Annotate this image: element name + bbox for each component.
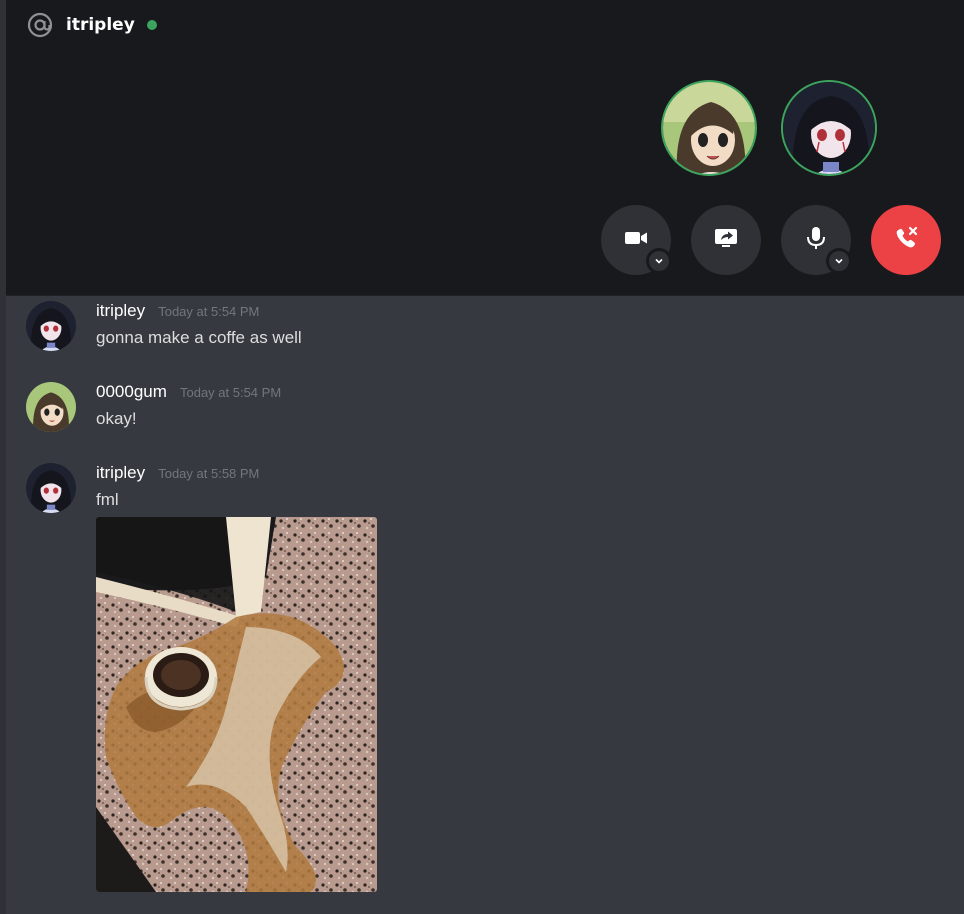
microphone-options-button[interactable] bbox=[826, 248, 852, 274]
avatar[interactable] bbox=[26, 301, 76, 351]
anime-girl-dark-hair-avatar bbox=[783, 82, 875, 174]
video-camera-icon bbox=[622, 224, 650, 256]
avatar[interactable] bbox=[26, 382, 76, 432]
message-header: 0000gum Today at 5:54 PM bbox=[96, 382, 281, 402]
image-attachment[interactable] bbox=[96, 517, 377, 892]
chevron-down-icon bbox=[835, 258, 843, 264]
screen-share-icon bbox=[712, 224, 740, 256]
screen-share-button[interactable] bbox=[691, 205, 761, 275]
call-panel: itripley bbox=[6, 0, 964, 295]
dm-header: itripley bbox=[26, 10, 157, 40]
anime-girl-dark-hair-avatar bbox=[26, 463, 76, 513]
at-icon bbox=[26, 11, 54, 39]
participant-avatar-itripley[interactable] bbox=[781, 80, 877, 176]
message-timestamp: Today at 5:54 PM bbox=[158, 304, 260, 319]
message-content: okay! bbox=[96, 409, 137, 428]
message-content: gonna make a coffe as well bbox=[96, 328, 302, 347]
online-status-icon bbox=[146, 20, 157, 30]
disconnect-button[interactable] bbox=[871, 205, 941, 275]
anime-girl-dark-hair-avatar bbox=[26, 301, 76, 351]
recipient-name[interactable]: itripley bbox=[66, 15, 135, 35]
message-timestamp: Today at 5:58 PM bbox=[158, 466, 260, 481]
message-author[interactable]: itripley bbox=[96, 301, 145, 320]
message-header: itripley Today at 5:58 PM bbox=[96, 463, 259, 483]
avatar[interactable] bbox=[26, 463, 76, 513]
participant-avatar-0000gum[interactable] bbox=[661, 80, 757, 176]
microphone-icon bbox=[802, 224, 830, 256]
call-divider bbox=[6, 295, 964, 296]
app-window: itripley itripley Today at 5:54 PM gonna… bbox=[0, 0, 964, 914]
message-header: itripley Today at 5:54 PM bbox=[96, 301, 259, 321]
spilled-coffee-photo bbox=[96, 517, 377, 892]
message-content: fml bbox=[96, 490, 119, 509]
anime-girl-brown-hair-avatar bbox=[26, 382, 76, 432]
hang-up-icon bbox=[891, 223, 921, 257]
anime-girl-brown-hair-avatar bbox=[663, 82, 755, 174]
message-author[interactable]: 0000gum bbox=[96, 382, 167, 401]
message-timestamp: Today at 5:54 PM bbox=[179, 385, 282, 400]
camera-options-button[interactable] bbox=[646, 248, 672, 274]
message-author[interactable]: itripley bbox=[96, 463, 145, 482]
chevron-down-icon bbox=[655, 258, 663, 264]
